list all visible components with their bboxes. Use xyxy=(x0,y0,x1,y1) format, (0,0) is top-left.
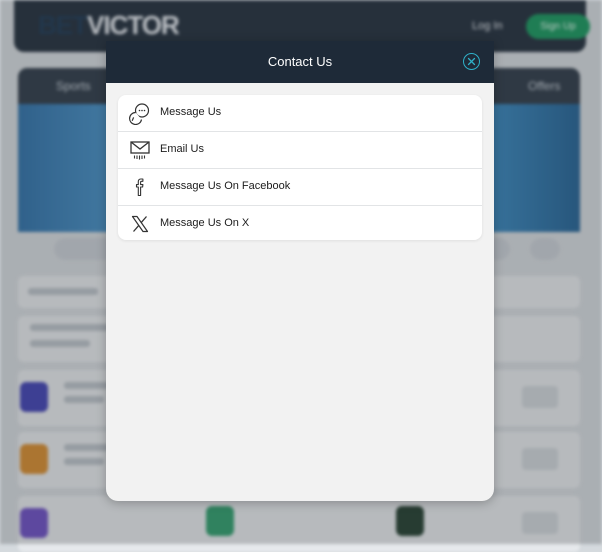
message-us-label: Message Us xyxy=(160,106,222,118)
facebook-option[interactable]: Message Us On Facebook xyxy=(118,169,482,205)
email-us-label: Email Us xyxy=(160,143,205,155)
envelope-icon xyxy=(130,141,150,160)
facebook-label: Message Us On Facebook xyxy=(160,180,291,192)
x-option[interactable]: Message Us On X xyxy=(118,206,482,240)
contact-us-modal: Contact Us Message Us Email Us Message U… xyxy=(106,41,494,501)
modal-header: Contact Us xyxy=(106,41,494,83)
close-button[interactable] xyxy=(463,53,480,70)
close-icon xyxy=(467,57,476,66)
x-logo-icon xyxy=(131,215,149,233)
chat-bubbles-icon xyxy=(128,103,150,125)
x-label: Message Us On X xyxy=(160,217,250,229)
facebook-icon xyxy=(135,178,144,197)
modal-title: Contact Us xyxy=(267,54,333,69)
email-us-option[interactable]: Email Us xyxy=(118,132,482,168)
contact-options-list: Message Us Email Us Message Us On Facebo… xyxy=(118,95,482,240)
message-us-option[interactable]: Message Us xyxy=(118,95,482,131)
